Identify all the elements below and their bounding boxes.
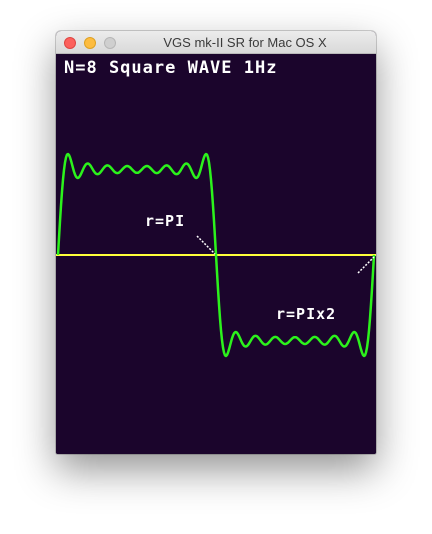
window-title: VGS mk-II SR for Mac OS X — [163, 35, 327, 50]
pointer-line-pi — [196, 235, 216, 255]
close-window-button[interactable] — [64, 37, 76, 49]
waveform-canvas — [56, 152, 376, 358]
title-bar[interactable]: VGS mk-II SR for Mac OS X — [56, 31, 376, 54]
game-screen: N=8 Square WAVE 1Hz r=PI r=PIx2 — [56, 54, 376, 454]
wave-heading: N=8 Square WAVE 1Hz — [64, 58, 278, 78]
label-r-pi: r=PI — [145, 212, 186, 230]
pointer-line-2pi — [357, 256, 375, 274]
zoom-window-button[interactable] — [104, 37, 116, 49]
label-r-2pi: r=PIx2 — [276, 305, 337, 323]
app-window: VGS mk-II SR for Mac OS X N=8 Square WAV… — [56, 31, 376, 454]
minimize-window-button[interactable] — [84, 37, 96, 49]
